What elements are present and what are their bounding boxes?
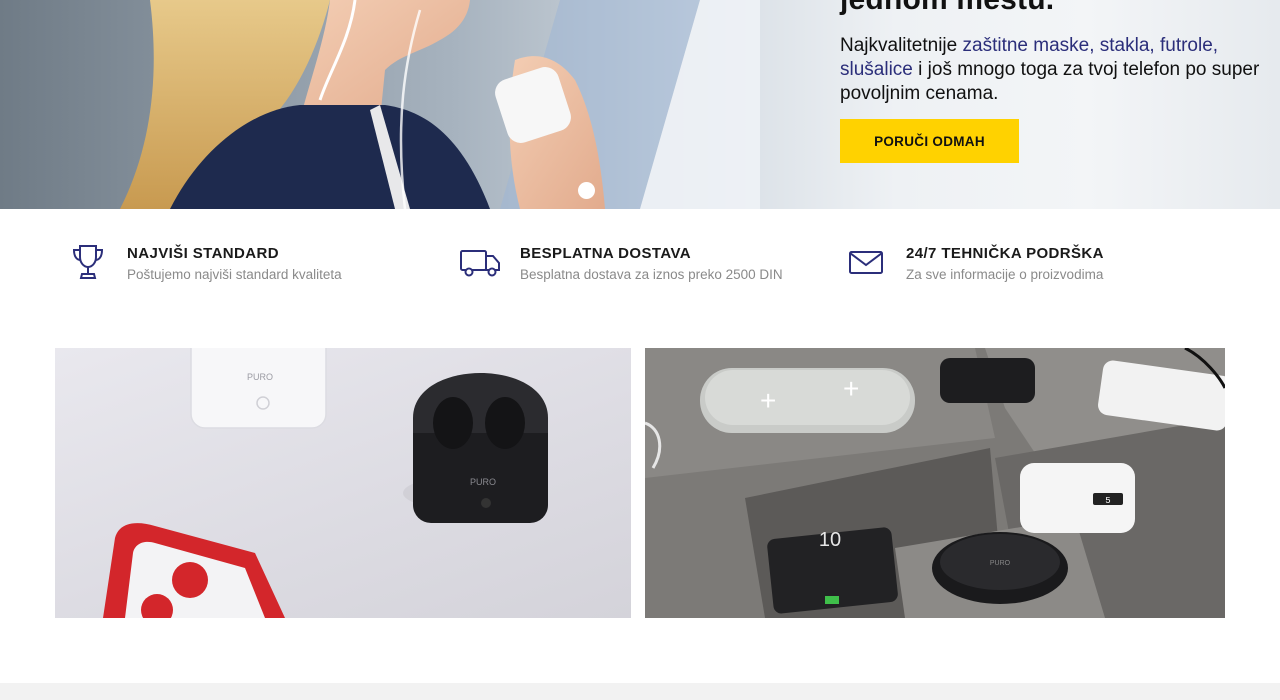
- promo-banner-earbuds[interactable]: PURO PURO: [55, 348, 631, 618]
- svg-text:+: +: [760, 385, 776, 416]
- earbuds-image: PURO PURO: [103, 348, 548, 618]
- promo-banner-chargers[interactable]: + + 5 10 PURO: [645, 348, 1225, 618]
- chargers-image: + + 5 10 PURO: [645, 348, 1225, 618]
- feature-title: NAJVIŠI STANDARD: [127, 245, 279, 262]
- footer-strip: [0, 683, 1280, 700]
- hero-slider: jednom mestu. Najkvalitetnije zaštitne m…: [0, 0, 1280, 209]
- features-row: NAJVIŠI STANDARD Poštujemo najviši stand…: [0, 209, 1280, 319]
- case-brand-label-black: PURO: [470, 477, 496, 487]
- feature-subtitle: Poštujemo najviši standard kvaliteta: [127, 267, 342, 282]
- hero-heading: jednom mestu.: [840, 0, 1260, 18]
- page: jednom mestu. Najkvalitetnije zaštitne m…: [0, 0, 1280, 700]
- slider-dot-active[interactable]: [578, 182, 595, 199]
- feature-support: 24/7 TEHNIČKA PODRŠKA Za sve informacije…: [848, 243, 1148, 293]
- svg-text:+: +: [843, 373, 859, 404]
- feature-subtitle: Besplatna dostava za iznos preko 2500 DI…: [520, 267, 783, 282]
- hero-desc-before: Najkvalitetnije: [840, 35, 963, 56]
- truck-icon: [460, 250, 500, 277]
- envelope-icon: [849, 251, 883, 274]
- feature-title: 24/7 TEHNIČKA PODRŠKA: [906, 245, 1104, 262]
- order-now-button[interactable]: PORUČI ODMAH: [840, 119, 1019, 163]
- hero-text: jednom mestu. Najkvalitetnije zaštitne m…: [840, 0, 1260, 106]
- trophy-icon: [72, 245, 104, 279]
- feature-delivery: BESPLATNA DOSTAVA Besplatna dostava za i…: [460, 243, 820, 293]
- case-brand-label: PURO: [247, 372, 273, 382]
- hero-image: [0, 0, 760, 209]
- hero-description: Najkvalitetnije zaštitne maske, stakla, …: [840, 34, 1260, 106]
- feature-subtitle: Za sve informacije o proizvodima: [906, 267, 1104, 282]
- feature-title: BESPLATNA DOSTAVA: [520, 245, 691, 262]
- powerbank-label: 10: [819, 529, 841, 551]
- feature-standard: NAJVIŠI STANDARD Poštujemo najviši stand…: [70, 243, 400, 293]
- pad-brand-label: PURO: [990, 560, 1011, 567]
- small-powerbank-label: 5: [1105, 496, 1110, 506]
